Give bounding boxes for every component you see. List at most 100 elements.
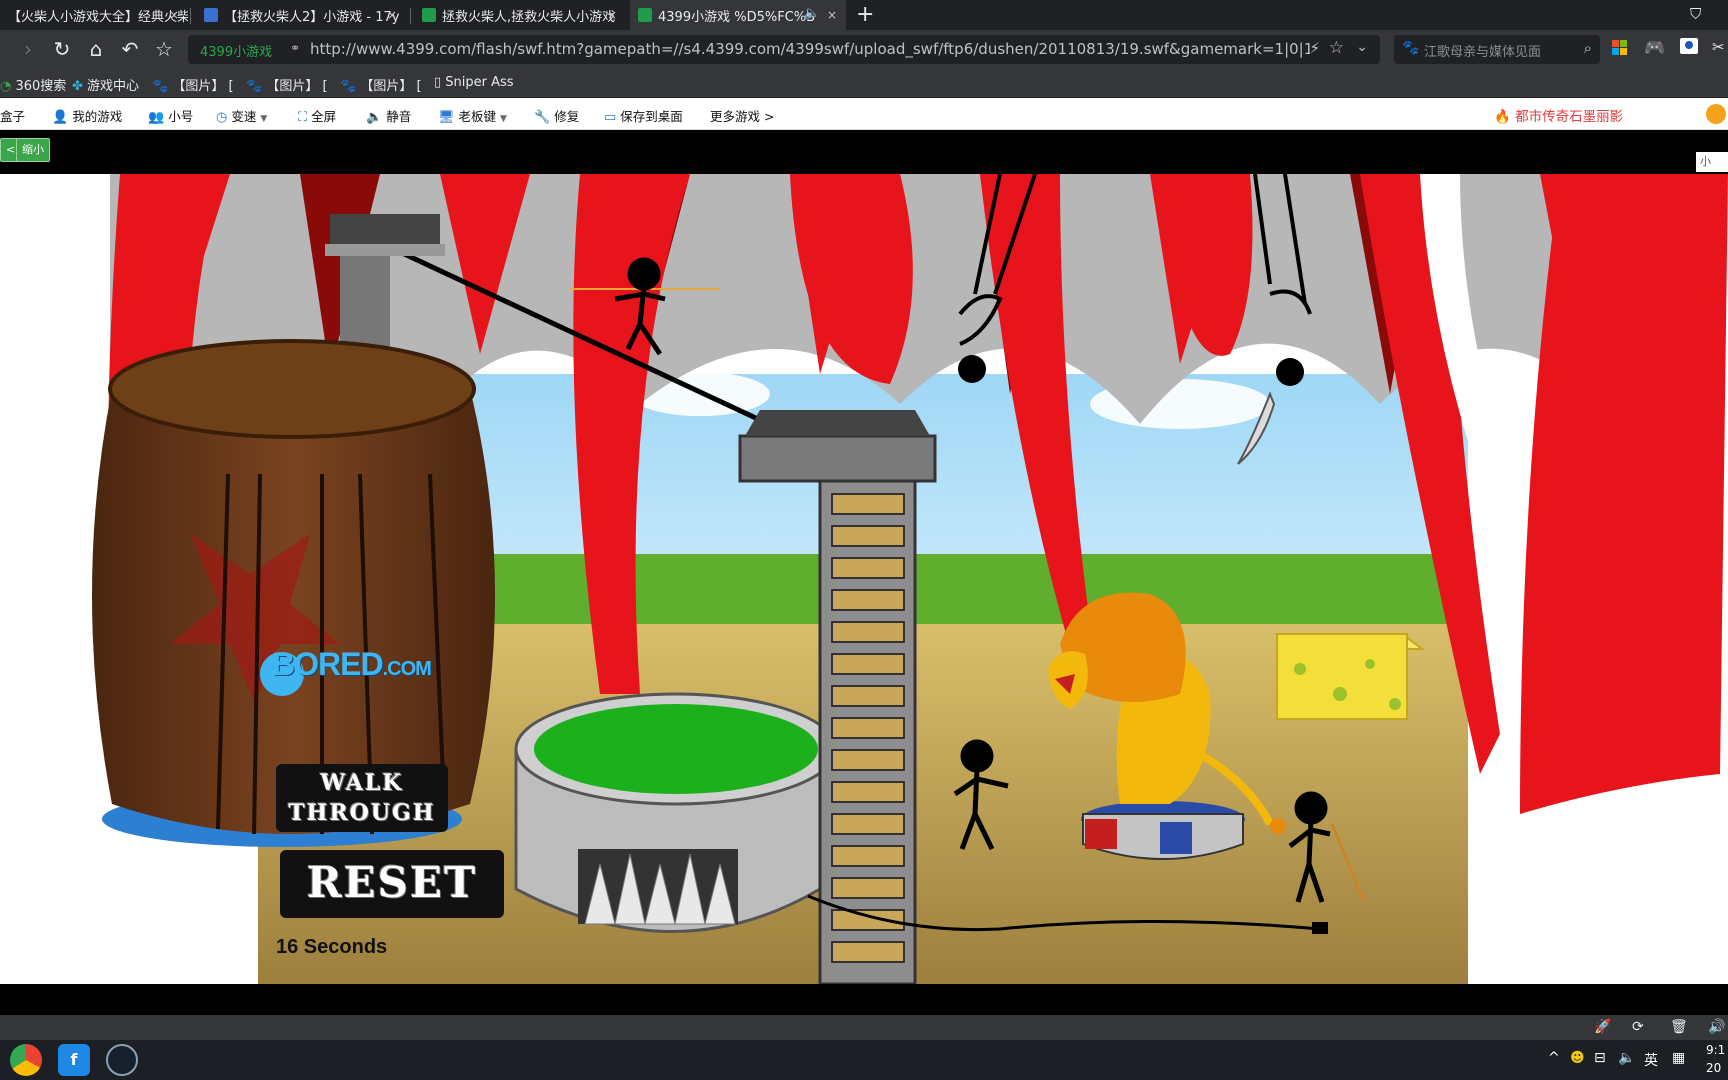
tab-save-stickman[interactable]: 拯救火柴人,拯救火柴人小游戏 × [414, 0, 626, 30]
bookmark-360-search[interactable]: ◔ 360搜索 [0, 75, 66, 94]
4399-favicon-icon [638, 8, 652, 22]
desktop-icon: ▭ [604, 110, 617, 125]
more-games-link[interactable]: 更多游戏 > [710, 106, 774, 125]
tab-stickman-collection[interactable]: 【火柴人小游戏大全】经典火柴 × [0, 0, 188, 30]
bookmark-game-center[interactable]: ✤ 游戏中心 [72, 75, 139, 94]
fullscreen-icon: ⛶ [298, 110, 308, 125]
gamepad-icon[interactable]: 🎮 [1644, 38, 1665, 58]
volume-icon[interactable]: 🔊 [1708, 1019, 1725, 1035]
trash-icon[interactable]: 🗑 [1670, 1019, 1688, 1035]
save-to-desktop-button[interactable]: ▭ 保存到桌面 [604, 106, 683, 125]
plug [1312, 922, 1328, 934]
4399-favicon-icon [422, 8, 436, 22]
barrel-lid [108, 339, 476, 439]
paw-icon: 🐾 [340, 79, 357, 94]
speaker-icon: 🔈 [366, 110, 383, 125]
document-icon: ▯ [434, 75, 442, 90]
fullscreen-button[interactable]: ⛶ 全屏 [298, 106, 336, 125]
bookmark-image-2[interactable]: 🐾 【图片】 [ [246, 75, 328, 94]
speed-button[interactable]: ◷ 变速 ▼ [216, 106, 267, 125]
network-icon[interactable]: ⊟ [1594, 1050, 1606, 1066]
navigation-bar: › ↻ ⌂ ↶ ☆ 4399小游戏 ⚭ http://www.4399.com/… [0, 30, 1728, 68]
steam-icon[interactable] [106, 1044, 138, 1076]
chevron-down-icon[interactable]: ⌄ [1356, 39, 1368, 55]
forward-icon[interactable]: › [16, 38, 40, 62]
rocket-icon[interactable]: 🚀 [1594, 1019, 1611, 1035]
shrink-button[interactable]: 缩小 [16, 138, 50, 162]
mute-button[interactable]: 🔈 静音 [366, 106, 411, 125]
refresh-circle-icon[interactable]: ⟳ [1632, 1019, 1644, 1035]
curtain-right [1520, 174, 1728, 814]
tab-label: 4399小游戏 %D5%FC%B [658, 9, 816, 25]
side-small-tag[interactable]: 小 [1696, 152, 1728, 172]
user-icon: 👤 [52, 110, 69, 125]
volume-tray-icon[interactable]: 🔈 [1618, 1050, 1635, 1066]
sponsor-logo[interactable]: BORED.COM [272, 646, 432, 683]
undo-icon[interactable]: ↶ [118, 38, 142, 62]
clock-date[interactable]: 20 [1706, 1061, 1721, 1075]
dropdown-caret-icon: ▼ [500, 114, 507, 124]
rope-weight [958, 355, 986, 383]
favorite-star-icon[interactable]: ☆ [1329, 38, 1344, 58]
ime-grid-icon[interactable]: ▦ [1672, 1050, 1685, 1066]
tray-expand-icon[interactable]: ^ [1548, 1050, 1560, 1066]
input-language[interactable]: 英 [1644, 1050, 1658, 1070]
clock-time[interactable]: 9:1 [1706, 1043, 1725, 1057]
tab-strip: 【火柴人小游戏大全】经典火柴 × 【拯救火柴人2】小游戏 - 17y × 拯救火… [0, 0, 1728, 30]
tab-close-icon[interactable]: × [166, 7, 182, 23]
speaker-muted-icon[interactable]: 🔈 [804, 6, 820, 21]
bookmark-image-3[interactable]: 🐾 【图片】 [ [340, 75, 422, 94]
lightning-icon[interactable]: ⚡ [1309, 39, 1320, 57]
site-favicon-icon [204, 8, 218, 22]
monitor-icon: 🖥 [438, 110, 455, 125]
tab-save-stickman-2[interactable]: 【拯救火柴人2】小游戏 - 17y × [196, 0, 406, 30]
repair-button[interactable]: 🔧 修复 [534, 106, 579, 125]
tab-4399-game[interactable]: 4399小游戏 %D5%FC%B 🔈 × [630, 0, 846, 30]
paw-icon: 🐾 [152, 79, 169, 94]
timer-text: 16 Seconds [276, 936, 388, 958]
speedometer-icon: ◷ [216, 110, 228, 125]
game-center-icon: ✤ [72, 79, 83, 94]
bookmark-sniper[interactable]: ▯ Sniper Ass [434, 75, 514, 90]
flame-icon: 🔥 [1494, 109, 1511, 125]
bookmark-star-icon[interactable]: ☆ [152, 38, 176, 62]
alt-account-button[interactable]: 👥 小号 [148, 106, 193, 125]
boss-key-button[interactable]: 🖥 老板键 ▼ [438, 106, 507, 125]
walkthrough-button[interactable]: WALK THROUGH [276, 764, 448, 832]
tab-close-icon[interactable]: × [384, 7, 400, 23]
search-box[interactable]: 🐾 江歌母亲与媒体见面 ⌕ [1394, 35, 1600, 64]
profile-card-icon[interactable] [1680, 38, 1698, 54]
game-box-label[interactable]: 盒子 [0, 106, 25, 125]
promo-link[interactable]: 🔥 都市传奇石墨丽影 [1494, 105, 1623, 125]
tab-label: 【拯救火柴人2】小游戏 - 17y [224, 9, 400, 25]
green-slime [534, 704, 818, 794]
game-area: < 缩小 小 BORED.COM WALK THROUGH RESET 16 S… [0, 130, 1728, 1015]
flash-player-icon[interactable]: f [58, 1044, 90, 1076]
extensions-grid-icon[interactable] [1612, 40, 1628, 56]
tray-app-icon[interactable]: ☻ [1570, 1050, 1585, 1066]
home-icon[interactable]: ⌂ [84, 38, 108, 62]
new-tab-button[interactable]: + [856, 2, 874, 27]
shirt-skin-icon[interactable]: ⛉ [1690, 5, 1701, 23]
4399-logo-icon[interactable] [1706, 104, 1726, 124]
spike-pit [514, 692, 838, 933]
scissors-icon[interactable]: ✂ [1712, 38, 1725, 56]
search-icon[interactable]: ⌕ [1584, 39, 1592, 57]
tab-close-icon[interactable]: × [604, 7, 620, 23]
tab-close-icon[interactable]: × [824, 7, 840, 23]
add-user-icon: 👥 [148, 110, 165, 125]
connection-icon[interactable]: ⚭ [290, 41, 300, 55]
browser-taskbar-icon[interactable] [10, 1044, 42, 1076]
reload-icon[interactable]: ↻ [50, 38, 74, 62]
reset-button[interactable]: RESET [280, 850, 504, 918]
dropdown-caret-icon: ▼ [260, 114, 268, 124]
os-taskbar: f ^ ☻ ⊟ 🔈 英 ▦ 9:1 20 [0, 1040, 1728, 1080]
cheese-block [1274, 633, 1425, 720]
url-text[interactable]: http://www.4399.com/flash/swf.htm?gamepa… [310, 40, 1310, 58]
rope-weight [1276, 358, 1304, 386]
wrench-icon: 🔧 [534, 110, 551, 125]
address-bar[interactable]: 4399小游戏 ⚭ http://www.4399.com/flash/swf.… [188, 35, 1380, 64]
game-canvas[interactable] [0, 174, 1728, 984]
my-games-button[interactable]: 👤 我的游戏 [52, 106, 122, 125]
bookmark-image-1[interactable]: 🐾 【图片】 [ [152, 75, 234, 94]
